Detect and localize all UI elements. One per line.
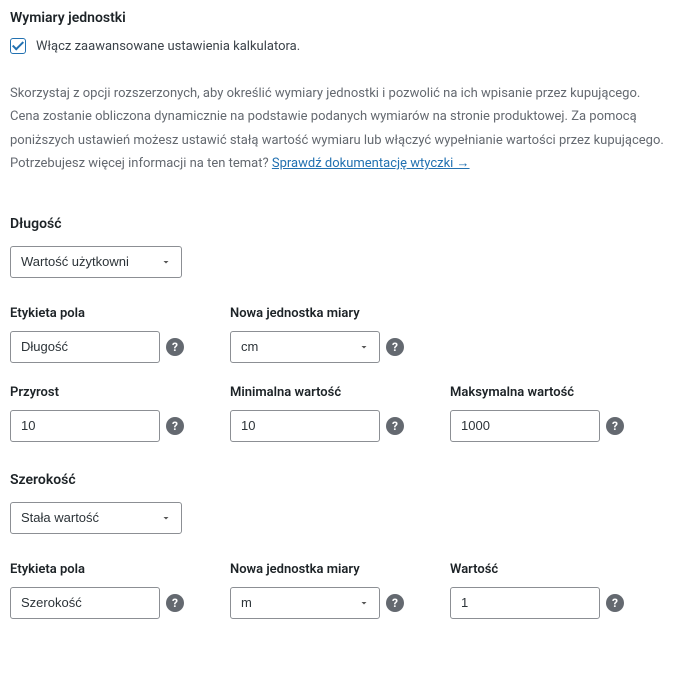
help-icon[interactable]: ? xyxy=(386,417,404,435)
help-icon[interactable]: ? xyxy=(166,594,184,612)
help-icon[interactable]: ? xyxy=(386,338,404,356)
width-heading: Szerokość xyxy=(10,472,666,488)
help-icon[interactable]: ? xyxy=(166,338,184,356)
description-text: Skorzystaj z opcji rozszerzonych, aby ok… xyxy=(10,82,666,176)
length-unit-group: Nowa jednostka miary cm ? xyxy=(230,306,410,363)
help-icon[interactable]: ? xyxy=(386,594,404,612)
field-label: Przyrost xyxy=(10,385,190,400)
field-label: Nowa jednostka miary xyxy=(230,306,410,321)
field-label: Nowa jednostka miary xyxy=(230,562,410,577)
width-unit-group: Nowa jednostka miary m ? xyxy=(230,562,410,619)
length-label-input[interactable] xyxy=(10,331,160,363)
width-section: Szerokość Stała wartość Etykieta pola ? … xyxy=(10,472,666,619)
field-label: Etykieta pola xyxy=(10,306,190,321)
advanced-settings-checkbox[interactable] xyxy=(10,38,26,54)
length-increment-input[interactable] xyxy=(10,410,160,442)
width-value-group: Wartość ? xyxy=(450,562,630,619)
length-section: Długość Wartość użytkowni Etykieta pola … xyxy=(10,216,666,442)
length-heading: Długość xyxy=(10,216,666,232)
help-icon[interactable]: ? xyxy=(166,417,184,435)
width-mode-select[interactable]: Stała wartość xyxy=(10,502,182,534)
documentation-link[interactable]: Sprawdź dokumentację wtyczki → xyxy=(272,156,470,171)
width-label-input[interactable] xyxy=(10,587,160,619)
length-increment-group: Przyrost ? xyxy=(10,385,190,442)
length-label-group: Etykieta pola ? xyxy=(10,306,190,363)
help-icon[interactable]: ? xyxy=(606,594,624,612)
width-unit-select[interactable]: m xyxy=(230,587,380,619)
field-label: Etykieta pola xyxy=(10,562,190,577)
help-icon[interactable]: ? xyxy=(606,417,624,435)
spacer xyxy=(450,306,630,363)
field-label: Maksymalna wartość xyxy=(450,385,630,400)
length-fields-grid: Etykieta pola ? Nowa jednostka miary cm … xyxy=(10,306,666,442)
width-mode-wrapper: Stała wartość xyxy=(10,502,182,534)
width-value-input[interactable] xyxy=(450,587,600,619)
length-mode-select[interactable]: Wartość użytkowni xyxy=(10,246,182,278)
length-max-group: Maksymalna wartość ? xyxy=(450,385,630,442)
advanced-settings-label: Włącz zaawansowane ustawienia kalkulator… xyxy=(36,39,300,54)
length-min-group: Minimalna wartość ? xyxy=(230,385,410,442)
field-label: Wartość xyxy=(450,562,630,577)
length-unit-select[interactable]: cm xyxy=(230,331,380,363)
length-max-input[interactable] xyxy=(450,410,600,442)
advanced-settings-checkbox-row: Włącz zaawansowane ustawienia kalkulator… xyxy=(10,38,666,54)
section-title: Wymiary jednostki xyxy=(10,10,666,26)
field-label: Minimalna wartość xyxy=(230,385,410,400)
width-fields-grid: Etykieta pola ? Nowa jednostka miary m ? xyxy=(10,562,666,619)
length-mode-wrapper: Wartość użytkowni xyxy=(10,246,182,278)
length-min-input[interactable] xyxy=(230,410,380,442)
width-label-group: Etykieta pola ? xyxy=(10,562,190,619)
